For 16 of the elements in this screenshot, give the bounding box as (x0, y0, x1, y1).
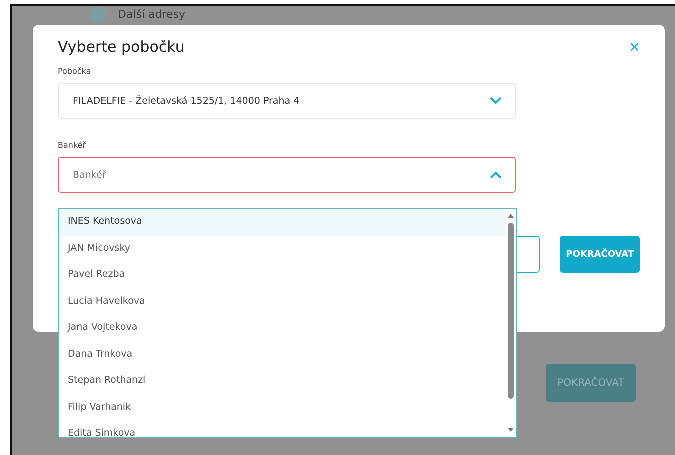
dropdown-option[interactable]: Edita Simkova (59, 421, 506, 437)
dropdown-option[interactable]: Jana Vojtekova (59, 315, 506, 342)
dropdown-option[interactable]: Filip Varhanik (59, 394, 506, 421)
dropdown-option[interactable]: JAN Micovsky (59, 236, 506, 262)
dropdown-option[interactable]: Dana Trnkova (59, 342, 506, 368)
dropdown-option[interactable]: Pavel Rezba (59, 262, 506, 288)
section-title: Další adresy (118, 8, 186, 22)
field-label: Bankéř (58, 141, 88, 150)
dialog-title: Vyberte pobočku (58, 38, 185, 56)
dropdown-option[interactable]: Lucia Havelkova (59, 288, 506, 315)
field-label: Pobočka (58, 67, 92, 76)
banker-select[interactable]: Bankéř (58, 157, 516, 193)
dropdown-option[interactable]: Stepan Rothanzl (59, 368, 506, 394)
branch-select[interactable]: FILADELFIE - Želetavská 1525/1, 14000 Praha 4 (58, 83, 516, 119)
dropdown-option[interactable]: INES Kentosova (59, 209, 506, 236)
circle-icon (90, 7, 106, 23)
